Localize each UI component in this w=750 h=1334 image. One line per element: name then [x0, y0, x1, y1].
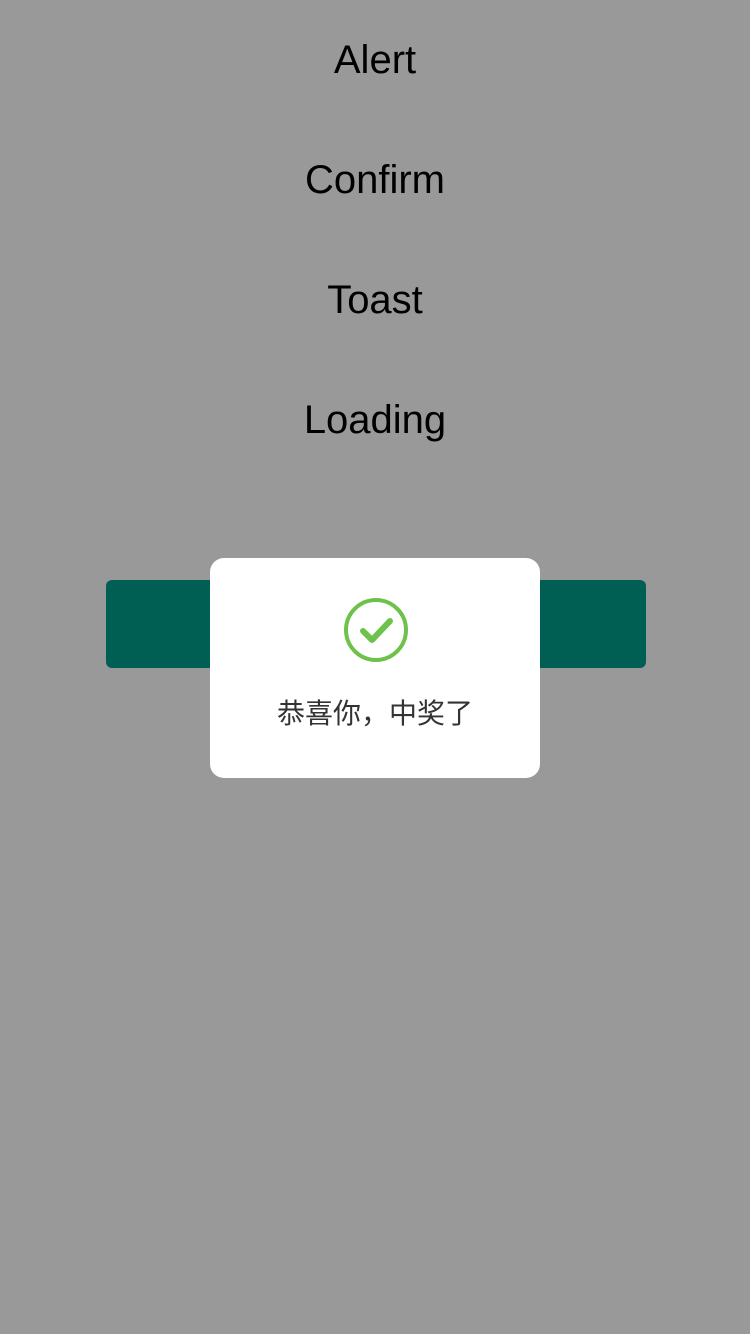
toast-dialog: 恭喜你，中奖了 — [210, 558, 540, 778]
toast-message: 恭喜你，中奖了 — [276, 697, 473, 730]
check-circle-icon — [344, 598, 408, 662]
